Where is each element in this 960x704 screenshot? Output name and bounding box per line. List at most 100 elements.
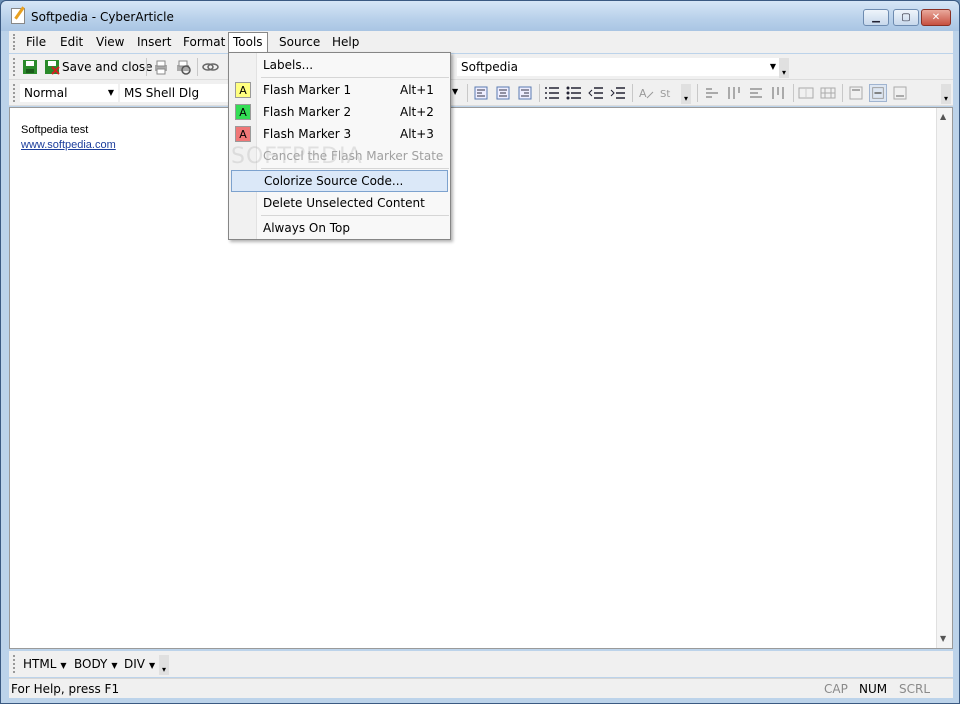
link-icon[interactable]	[201, 58, 219, 76]
minimize-button[interactable]: ▁	[863, 9, 889, 26]
svg-text:A: A	[639, 87, 647, 100]
delete-column-icon[interactable]	[769, 84, 787, 102]
chevron-down-icon: ▼	[60, 661, 67, 670]
toolbar-separator	[146, 58, 147, 76]
menu-item-label: Delete Unselected Content	[263, 196, 425, 210]
path-item-html[interactable]: HTML ▼	[23, 657, 67, 671]
watermark: SOFTPEDIA	[231, 144, 363, 169]
menu-item-always-on-top[interactable]: Always On Top	[229, 217, 450, 239]
style-value: Normal	[24, 86, 68, 100]
insert-column-icon[interactable]	[725, 84, 743, 102]
toolbar-overflow-icon[interactable]: ▾	[941, 84, 951, 104]
menu-view[interactable]: View	[92, 34, 128, 52]
align-left-icon[interactable]	[472, 84, 490, 102]
menu-file[interactable]: File	[22, 34, 50, 52]
menu-item-labels[interactable]: Labels...	[229, 54, 450, 76]
path-item-div[interactable]: DIV ▼	[124, 657, 155, 671]
path-item-label: HTML	[23, 657, 57, 671]
align-right-icon[interactable]	[516, 84, 534, 102]
chevron-down-icon[interactable]: ▼	[108, 84, 114, 102]
menu-item-delete-unselected[interactable]: Delete Unselected Content	[229, 192, 450, 214]
toolbar-grip[interactable]	[13, 58, 16, 76]
numbered-list-icon[interactable]	[543, 84, 561, 102]
menu-item-colorize-source[interactable]: Colorize Source Code...	[231, 170, 448, 192]
menu-edit[interactable]: Edit	[56, 34, 87, 52]
toolbar-separator	[793, 84, 794, 102]
path-item-body[interactable]: BODY ▼	[74, 657, 118, 671]
menu-item-shortcut: Alt+3	[400, 127, 434, 141]
toolbar-separator	[697, 84, 698, 102]
toolbar-overflow-icon[interactable]: ▾	[159, 655, 169, 675]
toolbar-grip[interactable]	[13, 84, 16, 102]
indent-icon[interactable]	[609, 84, 627, 102]
align-center-icon[interactable]	[494, 84, 512, 102]
flash-marker-3-icon: A	[235, 126, 251, 142]
outdent-icon[interactable]	[587, 84, 605, 102]
menu-format[interactable]: Format	[179, 34, 229, 52]
editor-link[interactable]: www.softpedia.com	[21, 139, 116, 151]
flash-marker-2-icon: A	[235, 104, 251, 120]
toolbar-overflow-icon[interactable]: ▾	[779, 58, 789, 78]
chevron-down-icon: ▼	[149, 661, 156, 670]
merge-cells-icon[interactable]	[797, 84, 815, 102]
chevron-down-icon: ▼	[111, 661, 118, 670]
menu-tools[interactable]: Tools	[228, 32, 268, 53]
toolbar-separator	[197, 58, 198, 76]
close-button[interactable]: ✕	[921, 9, 951, 26]
editor-text-line[interactable]: Softpedia test	[21, 124, 88, 136]
menu-item-flash-marker-3[interactable]: A Flash Marker 3 Alt+3	[229, 123, 450, 145]
toolbar-separator	[467, 84, 468, 102]
print-preview-icon[interactable]	[174, 58, 192, 76]
format-toolbar: Normal ▼ MS Shell Dlg ▼ A St ▾ ▾	[9, 80, 953, 106]
menu-item-label: Flash Marker 3	[263, 127, 352, 141]
save-icon[interactable]	[21, 58, 39, 76]
bullet-list-icon[interactable]	[565, 84, 583, 102]
window-title: Softpedia - CyberArticle	[31, 10, 174, 24]
valign-top-icon[interactable]	[847, 84, 865, 102]
maximize-button[interactable]: ▢	[893, 9, 919, 26]
flash-marker-1-icon: A	[235, 82, 251, 98]
split-cells-icon[interactable]	[819, 84, 837, 102]
menubar-grip[interactable]	[13, 34, 16, 50]
svg-text:St: St	[660, 89, 670, 100]
menu-insert[interactable]: Insert	[133, 34, 175, 52]
chevron-down-icon[interactable]: ▼	[452, 87, 458, 96]
title-bar[interactable]: Softpedia - CyberArticle ▁ ▢ ✕	[1, 1, 959, 31]
menu-bar: File Edit View Insert Format Tools Sourc…	[9, 31, 953, 53]
cap-indicator: CAP	[824, 682, 848, 696]
path-item-label: BODY	[74, 657, 108, 671]
menu-separator	[261, 215, 449, 216]
element-path-bar: HTML ▼ BODY ▼ DIV ▼ ▾	[9, 651, 953, 677]
url-value: Softpedia	[461, 60, 518, 74]
save-and-close-label: Save and close	[62, 60, 153, 74]
strikethrough-icon[interactable]: St	[659, 84, 677, 102]
url-combo[interactable]: Softpedia ▼	[456, 57, 781, 77]
toolbar-overflow-icon[interactable]: ▾	[681, 84, 691, 104]
delete-row-icon[interactable]	[747, 84, 765, 102]
status-bar: For Help, press F1 CAP NUM SCRL	[9, 678, 953, 698]
style-combo[interactable]: Normal ▼	[19, 83, 119, 103]
font-color-icon[interactable]: A	[637, 84, 655, 102]
menu-separator	[261, 77, 449, 78]
menu-item-shortcut: Alt+1	[400, 83, 434, 97]
font-combo[interactable]: MS Shell Dlg	[119, 83, 229, 103]
scrl-indicator: SCRL	[899, 682, 931, 696]
menu-item-label: Flash Marker 1	[263, 83, 352, 97]
valign-middle-icon[interactable]	[869, 84, 887, 102]
valign-bottom-icon[interactable]	[891, 84, 909, 102]
print-icon[interactable]	[152, 58, 170, 76]
scroll-down-icon[interactable]: ▼	[940, 634, 946, 643]
editor-area[interactable]: Softpedia test www.softpedia.com ▲ ▼	[9, 107, 953, 649]
pathbar-grip[interactable]	[13, 655, 16, 673]
toolbar-separator	[539, 84, 540, 102]
toolbar-separator	[632, 84, 633, 102]
menu-source[interactable]: Source	[275, 34, 324, 52]
menu-item-flash-marker-2[interactable]: A Flash Marker 2 Alt+2	[229, 101, 450, 123]
vertical-scrollbar[interactable]: ▲ ▼	[936, 108, 952, 648]
menu-item-flash-marker-1[interactable]: A Flash Marker 1 Alt+1	[229, 79, 450, 101]
status-text: For Help, press F1	[11, 682, 120, 696]
insert-row-icon[interactable]	[703, 84, 721, 102]
scroll-up-icon[interactable]: ▲	[940, 112, 946, 121]
chevron-down-icon[interactable]: ▼	[770, 58, 776, 76]
menu-help[interactable]: Help	[328, 34, 363, 52]
